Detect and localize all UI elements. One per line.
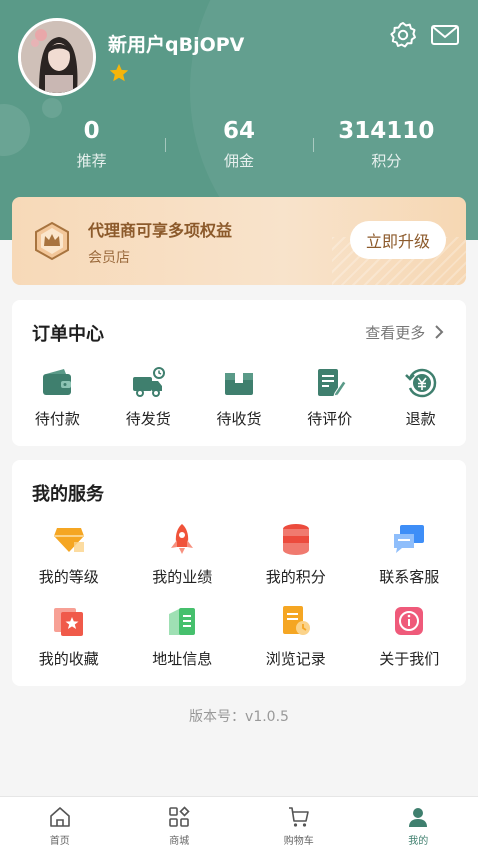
order-status-row: 待付款 待发货 待收货 待评价 退款 — [12, 366, 466, 436]
service-browse-history[interactable]: 浏览记录 — [239, 604, 353, 670]
service-label: 我的等级 — [38, 568, 99, 586]
service-label: 我的积分 — [265, 568, 326, 586]
order-pending-payment[interactable]: 待付款 — [12, 366, 103, 436]
stat-label: 佣金 — [223, 152, 254, 170]
level-diamond-icon — [53, 528, 84, 552]
review-edit-icon — [317, 369, 347, 397]
chat-bubble-icon — [394, 525, 425, 553]
service-address-info[interactable]: 地址信息 — [126, 604, 240, 670]
order-item-label: 待评价 — [307, 410, 353, 428]
grid-apps-icon — [169, 806, 190, 827]
profile-stats: 0 推荐 64 佣金 314110 积分 — [18, 114, 460, 180]
address-building-icon — [169, 608, 196, 635]
order-center-card: 订单中心 查看更多 待付款 待发货 待收货 待评价 退款 — [12, 300, 466, 446]
username: 新用户qBjOPV — [108, 34, 245, 56]
service-my-favorites[interactable]: 我的收藏 — [12, 604, 126, 670]
order-center-title: 订单中心 — [32, 324, 104, 345]
my-services-card: 我的服务 我的等级 我的业绩 我的积分 联系客服 我的收藏 地址信息 浏览记录 … — [12, 460, 466, 686]
tab-label: 购物车 — [283, 836, 314, 847]
stat-label: 推荐 — [76, 152, 107, 170]
service-my-points[interactable]: 我的积分 — [239, 522, 353, 588]
tab-label: 我的 — [408, 836, 429, 847]
order-item-label: 待发货 — [125, 410, 171, 428]
coin-stack-icon — [282, 524, 309, 555]
service-label: 关于我们 — [379, 650, 440, 668]
mail-icon[interactable] — [430, 22, 460, 48]
avatar[interactable] — [18, 18, 96, 96]
member-star-icon — [109, 63, 129, 82]
tab-mall[interactable]: 商城 — [120, 797, 240, 850]
my-services-title: 我的服务 — [32, 484, 104, 505]
upgrade-button[interactable]: 立即升级 — [350, 221, 446, 259]
wallet-icon — [43, 369, 72, 395]
service-about-us[interactable]: 关于我们 — [353, 604, 467, 670]
view-more-label: 查看更多 — [365, 324, 426, 342]
user-icon — [409, 808, 428, 827]
stat-value: 64 — [222, 118, 255, 144]
favorite-star-card-icon — [53, 608, 83, 636]
order-item-label: 待付款 — [34, 410, 80, 428]
order-item-label: 退款 — [405, 410, 436, 428]
service-my-level[interactable]: 我的等级 — [12, 522, 126, 588]
order-pending-receipt[interactable]: 待收货 — [194, 366, 285, 436]
service-label: 地址信息 — [152, 650, 213, 668]
service-label: 我的业绩 — [152, 568, 213, 586]
order-item-label: 待收货 — [216, 410, 262, 428]
cart-icon — [288, 807, 309, 827]
service-contact-support[interactable]: 联系客服 — [353, 522, 467, 588]
tab-label: 商城 — [169, 836, 190, 847]
chevron-right-icon — [435, 325, 444, 339]
delivery-truck-icon — [133, 367, 166, 397]
tab-label: 首页 — [49, 836, 70, 847]
tab-home[interactable]: 首页 — [0, 797, 120, 850]
rocket-icon — [171, 524, 194, 554]
stat-label: 积分 — [371, 152, 402, 170]
stat-value: 0 — [83, 118, 100, 144]
bottom-tab-bar: 首页 商城 购物车 我的 — [0, 796, 478, 850]
order-pending-review[interactable]: 待评价 — [284, 366, 375, 436]
stat-commission[interactable]: 64 佣金 — [165, 114, 312, 180]
services-grid: 我的等级 我的业绩 我的积分 联系客服 我的收藏 地址信息 浏览记录 关于我们 — [12, 522, 466, 670]
stat-referrals[interactable]: 0 推荐 — [18, 114, 165, 180]
service-my-performance[interactable]: 我的业绩 — [126, 522, 240, 588]
version-text: 版本号：v1.0.5 — [189, 709, 289, 725]
home-icon — [49, 807, 70, 827]
promo-subtitle: 会员店 — [88, 250, 130, 266]
view-more-link[interactable]: 查看更多 — [365, 322, 444, 343]
order-refund[interactable]: 退款 — [375, 366, 466, 436]
info-icon — [395, 607, 424, 635]
tab-mine[interactable]: 我的 — [359, 797, 478, 850]
settings-gear-icon[interactable] — [388, 20, 418, 50]
history-doc-icon — [282, 606, 310, 635]
avatar-portrait-icon — [21, 21, 93, 93]
tab-cart[interactable]: 购物车 — [239, 797, 359, 850]
stat-value: 314110 — [338, 118, 435, 144]
service-label: 我的收藏 — [38, 650, 99, 668]
service-label: 浏览记录 — [265, 650, 326, 668]
package-box-icon — [224, 373, 253, 395]
crown-badge-icon — [35, 221, 69, 261]
service-label: 联系客服 — [379, 568, 440, 586]
order-pending-shipment[interactable]: 待发货 — [103, 366, 194, 436]
promo-title: 代理商可享多项权益 — [88, 221, 233, 240]
refund-yen-icon — [404, 368, 436, 398]
stat-points[interactable]: 314110 积分 — [312, 114, 460, 180]
agent-promo-banner[interactable]: 代理商可享多项权益 会员店 立即升级 — [12, 197, 466, 285]
